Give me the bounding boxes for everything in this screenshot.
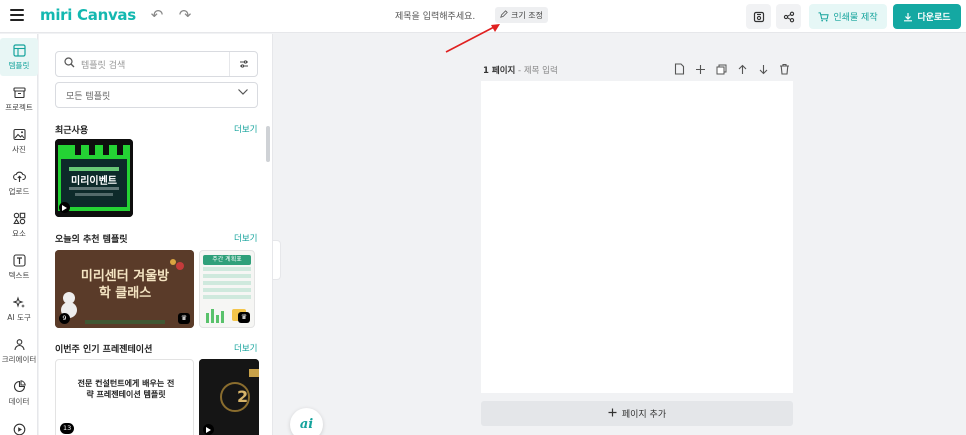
share-icon-button[interactable] <box>776 4 801 29</box>
resize-button[interactable]: 크기 조정 <box>495 7 548 23</box>
rail-label: 크리에이터 <box>1 354 37 364</box>
rail-item-template[interactable]: 템플릿 <box>0 38 38 76</box>
recent-section-title: 최근사용 <box>55 126 89 136</box>
rail-label: 텍스트 <box>8 270 30 280</box>
download-label: 다운로드 <box>917 13 951 23</box>
add-icon[interactable] <box>694 63 706 75</box>
crown-icon: ♛ <box>238 312 250 323</box>
rail-label: 데이터 <box>8 396 30 406</box>
rail-label: 템플릿 <box>8 60 30 70</box>
share-icon <box>783 11 794 22</box>
download-icon <box>904 12 913 21</box>
pencil-icon <box>500 10 508 20</box>
project-icon <box>12 86 26 100</box>
popular-template-thumb[interactable]: 전문 컨설턴트에게 배우는 전략 프레젠테이션 템플릿 13 <box>55 359 194 435</box>
search-icon <box>64 57 75 71</box>
search-placeholder: 템플릿 검색 <box>81 60 126 71</box>
page-count-badge: 9 <box>59 313 70 324</box>
photo-icon <box>12 128 26 142</box>
trash-icon[interactable] <box>778 63 790 75</box>
text-icon <box>12 254 26 268</box>
play-icon <box>12 422 26 435</box>
cart-icon <box>818 11 830 21</box>
recommended-template-thumb[interactable]: 미리센터 겨울방학 클래스 9 ♛ <box>55 250 194 328</box>
page-title-input[interactable]: 제목 입력 <box>524 66 558 76</box>
recommended-section-title: 오늘의 추천 템플릿 <box>55 235 128 245</box>
add-page-label: 페이지 추가 <box>621 410 667 420</box>
resize-button-label: 크기 조정 <box>511 10 543 20</box>
popular-thumb-title: 전문 컨설턴트에게 배우는 전략 프레젠테이션 템플릿 <box>77 379 175 399</box>
page-number-label: 1 페이지 <box>483 66 516 76</box>
recent-template-thumb[interactable]: 미리이벤트 <box>55 139 133 217</box>
rail-item-upload[interactable]: 업로드 <box>0 164 38 202</box>
video-badge-icon <box>203 424 214 435</box>
rail-item-text[interactable]: 텍스트 <box>0 248 38 286</box>
redo-icon[interactable]: ↷ <box>178 8 192 23</box>
app-logo[interactable]: miri Canvas <box>40 6 136 24</box>
print-order-button[interactable]: 인쇄물 제작 <box>809 4 887 29</box>
menu-icon[interactable] <box>10 9 24 21</box>
new-page-icon[interactable] <box>673 63 685 75</box>
rail-item-video[interactable] <box>0 410 38 435</box>
duplicate-icon[interactable] <box>715 63 727 75</box>
rail-item-ai-tool[interactable]: AI 도구 <box>0 290 38 328</box>
planner-thumb-title: 주간 계획표 <box>203 255 251 265</box>
rail-label: 프로젝트 <box>5 102 33 112</box>
data-icon <box>12 380 26 394</box>
ai-assistant-button[interactable]: ai <box>290 408 323 435</box>
recent-thumb-title: 미리이벤트 <box>71 176 117 187</box>
upload-icon <box>12 170 26 184</box>
download-button[interactable]: 다운로드 <box>893 4 961 29</box>
move-down-icon[interactable] <box>757 63 769 75</box>
crown-icon: ♛ <box>178 313 190 324</box>
move-up-icon[interactable] <box>736 63 748 75</box>
rail-item-creator[interactable]: 크리에이터 <box>0 332 38 370</box>
add-page-button[interactable]: 페이지 추가 <box>481 401 793 426</box>
rail-item-project[interactable]: 프로젝트 <box>0 80 38 118</box>
popular-template-thumb[interactable]: 2 <box>199 359 259 435</box>
undo-icon[interactable]: ↶ <box>150 8 164 23</box>
print-order-label: 인쇄물 제작 <box>833 13 878 23</box>
template-search-input[interactable]: 템플릿 검색 <box>55 51 258 77</box>
rail-label: 업로드 <box>8 186 30 196</box>
ai-tool-icon <box>12 296 26 310</box>
template-category-select[interactable]: 모든 템플릿 <box>55 82 258 108</box>
recommended-more-link[interactable]: 더보기 <box>234 232 257 244</box>
save-icon <box>753 11 764 22</box>
document-title-input[interactable]: 제목을 입력해주세요. <box>395 9 475 22</box>
top-toolbar: miri Canvas ↶ ↷ 제목을 입력해주세요. 크기 조정 인쇄물 제작… <box>0 0 966 33</box>
video-badge-icon <box>59 202 70 213</box>
recommended-template-thumb[interactable]: 주간 계획표 ♛ <box>199 250 255 328</box>
save-icon-button[interactable] <box>746 4 771 29</box>
page-header: 1 페이지 - 제목 입력 <box>483 66 558 76</box>
left-rail: 템플릿 프로젝트 사진 업로드 요소 텍스트 AI 도구 크리에이터 데이터 <box>0 34 38 435</box>
creator-icon <box>12 338 26 352</box>
elements-icon <box>12 212 26 226</box>
recommended-thumb-title: 미리센터 겨울방학 클래스 <box>80 269 170 301</box>
template-icon <box>12 44 26 58</box>
rail-item-elements[interactable]: 요소 <box>0 206 38 244</box>
page-count-badge: 13 <box>60 423 75 434</box>
popular-section-title: 이번주 인기 프레젠테이션 <box>55 345 153 355</box>
dark-thumb-number: 2 <box>237 387 249 406</box>
rail-label: AI 도구 <box>7 312 31 322</box>
filter-icon[interactable] <box>229 52 257 76</box>
chevron-down-icon <box>237 88 249 99</box>
rail-item-photo[interactable]: 사진 <box>0 122 38 160</box>
rail-label: 사진 <box>12 144 26 154</box>
category-select-value: 모든 템플릿 <box>66 91 111 102</box>
plus-icon <box>608 408 617 420</box>
page-toolbar <box>673 63 790 75</box>
panel-collapse-handle[interactable] <box>273 240 281 280</box>
template-panel: 템플릿 검색 모든 템플릿 최근사용 더보기 미리이벤트 오늘의 추천 템플릿 … <box>39 34 273 435</box>
rail-item-data[interactable]: 데이터 <box>0 374 38 412</box>
recent-more-link[interactable]: 더보기 <box>234 123 257 135</box>
rail-label: 요소 <box>12 228 26 238</box>
popular-more-link[interactable]: 더보기 <box>234 342 257 354</box>
panel-scrollbar[interactable] <box>266 126 270 162</box>
design-canvas-page[interactable] <box>481 81 793 393</box>
